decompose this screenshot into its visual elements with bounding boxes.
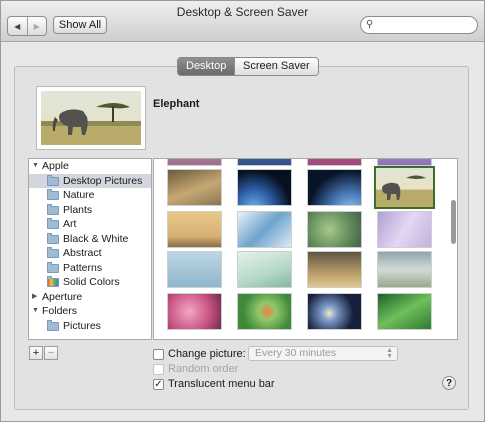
source-group-label: Apple [42,160,69,172]
source-item-solid-colors[interactable]: Solid Colors [29,275,151,290]
disclosure-open-icon[interactable]: ▼ [32,159,40,174]
folder-icon [47,218,59,229]
folder-icon [47,232,59,244]
translucent-menu-bar-label: Translucent menu bar [168,378,275,390]
translucent-menu-bar-row: ✓ Translucent menu bar [153,377,275,391]
picture-thumbnail[interactable] [377,159,432,166]
elephant-preview-image [41,91,141,145]
source-item-label: Black & White [63,232,129,245]
folder-icon [47,247,59,258]
source-item-label: Plants [63,203,93,216]
folder-icon [47,319,59,331]
picture-thumbnail[interactable] [237,293,292,330]
picture-thumbnail[interactable] [307,211,362,248]
picture-thumbnail[interactable] [167,159,222,166]
source-item-desktop-pictures[interactable]: Desktop Pictures [29,173,151,188]
change-interval-popup[interactable]: Every 30 minutes ▲ ▼ [248,346,398,361]
search-field[interactable]: ⚲ [360,16,478,34]
forward-arrow-icon[interactable]: ▶ [26,17,47,35]
desktop-preview [36,86,146,150]
source-item-nature[interactable]: Nature [29,188,151,203]
picture-thumbnail[interactable] [237,251,292,288]
picture-thumbnail[interactable] [307,159,362,166]
picture-thumbnail[interactable] [307,293,362,330]
folder-icon [47,203,59,215]
source-item-plants[interactable]: Plants [29,203,151,218]
folder-icon [47,261,59,273]
picture-thumbnail[interactable] [377,211,432,248]
picture-thumbnail-selected[interactable] [374,166,435,209]
random-order-row: Random order [153,362,238,376]
source-item-art[interactable]: Art [29,217,151,232]
title-bar: Desktop & Screen Saver ◀ ▶ Show All ⚲ [1,1,484,42]
tab-screen-saver[interactable]: Screen Saver [234,58,318,75]
source-group-label: Folders [42,305,78,317]
picture-thumbnail[interactable] [237,159,292,166]
source-item-patterns[interactable]: Patterns [29,261,151,276]
search-icon: ⚲ [366,19,374,30]
tab-desktop[interactable]: Desktop [178,58,234,75]
picture-thumbnail[interactable] [307,169,362,206]
show-all-button[interactable]: Show All [53,16,107,34]
translucent-menu-bar-checkbox[interactable]: ✓ [153,378,164,390]
change-picture-label: Change picture: [168,348,246,360]
folder-icon [47,174,59,186]
source-item-abstract[interactable]: Abstract [29,246,151,261]
picture-thumbnail[interactable] [167,211,222,248]
picture-thumbnail[interactable] [167,169,222,206]
picture-grid-scrollbar[interactable] [451,200,456,244]
folder-icon [47,189,59,200]
source-item-label: Abstract [63,247,102,259]
source-item-black-white[interactable]: Black & White [29,232,151,247]
elephant-thumbnail-image [382,175,426,200]
picture-thumbnail[interactable] [167,293,222,330]
source-item-label: Pictures [63,319,101,332]
random-order-label: Random order [168,363,239,375]
remove-folder-button[interactable]: − [44,346,58,360]
picture-thumbnail[interactable] [237,211,292,248]
help-button[interactable]: ? [442,376,456,390]
source-list: ▼ Apple Desktop Pictures Nature Plants A… [28,158,152,340]
disclosure-open-icon[interactable]: ▼ [32,304,40,319]
random-order-checkbox[interactable] [153,363,164,375]
tab-bar: Desktop Screen Saver [177,57,319,76]
back-arrow-icon[interactable]: ◀ [8,17,27,35]
source-group-folders[interactable]: ▼ Folders [29,304,151,319]
source-group-apple[interactable]: ▼ Apple [29,159,151,174]
picture-thumbnail[interactable] [167,251,222,288]
change-interval-value: Every 30 minutes [255,347,337,359]
picture-thumbnail[interactable] [377,293,432,330]
back-forward-control: ◀ ▶ [7,16,47,36]
source-item-label: Art [63,218,77,230]
disclosure-closed-icon[interactable]: ▶ [32,290,40,305]
preview-picture-name: Elephant [153,98,200,110]
source-item-pictures[interactable]: Pictures [29,319,151,334]
source-item-label: Patterns [63,261,103,274]
source-group-label: Aperture [42,290,83,303]
picture-thumbnail[interactable] [307,251,362,288]
picture-thumbnail[interactable] [377,251,432,288]
popup-arrows-icon: ▲ ▼ [386,347,393,360]
source-item-label: Solid Colors [63,276,120,288]
source-item-label: Nature [63,189,95,201]
add-folder-button[interactable]: + [29,346,43,360]
picture-thumbnail[interactable] [237,169,292,206]
source-group-aperture[interactable]: ▶ Aperture [29,290,151,305]
change-picture-row: Change picture: [153,347,246,361]
color-swatch-icon [47,276,59,287]
source-item-label: Desktop Pictures [63,174,143,187]
search-input[interactable] [378,18,472,32]
picture-grid [153,158,458,340]
change-picture-checkbox[interactable] [153,348,164,360]
